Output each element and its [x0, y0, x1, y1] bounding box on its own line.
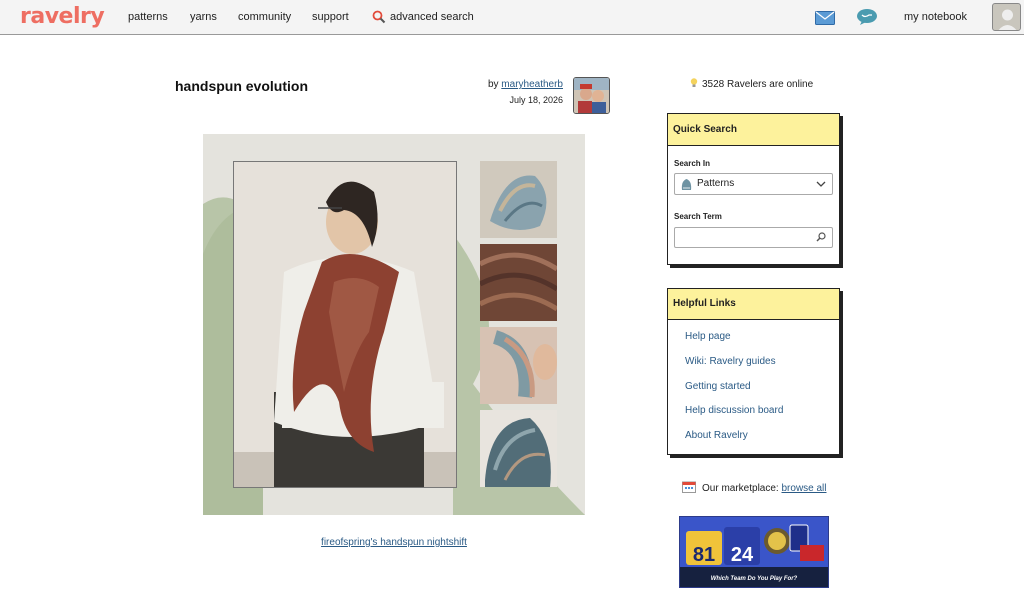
- link-getting-started-text[interactable]: Getting started: [685, 381, 751, 392]
- yarn-thumbnail-4[interactable]: [480, 410, 557, 487]
- post-date: July 18, 2026: [509, 95, 563, 105]
- yarn-thumbnail-3[interactable]: [480, 327, 557, 404]
- link-help-discussion-text[interactable]: Help discussion board: [685, 405, 783, 416]
- byline: by maryheatherb: [440, 79, 563, 90]
- caption-link[interactable]: fireofspring's handspun nightshift: [321, 537, 467, 548]
- ad-number-24: 24: [731, 544, 754, 566]
- nav-yarns[interactable]: yarns: [190, 11, 217, 23]
- search-in-value: Patterns: [697, 178, 735, 189]
- featured-image[interactable]: [203, 134, 585, 515]
- nav-patterns[interactable]: patterns: [128, 11, 168, 23]
- author-avatar[interactable]: [573, 77, 610, 114]
- shawl-photo: [233, 161, 457, 488]
- quick-search-box: Quick Search Search In Patterns Search T…: [667, 113, 840, 265]
- ad-tagline: Which Team Do You Play For?: [710, 576, 798, 582]
- online-count: 3528 Ravelers are online: [690, 78, 813, 90]
- link-getting-started[interactable]: Getting started: [685, 381, 751, 392]
- search-in-select[interactable]: Patterns: [674, 173, 833, 195]
- link-help-page[interactable]: Help page: [685, 331, 731, 342]
- mail-icon[interactable]: [815, 11, 835, 30]
- search-in-label: Search In: [674, 159, 711, 168]
- search-term-input[interactable]: [674, 227, 833, 248]
- image-caption: fireofspring's handspun nightshift: [203, 537, 585, 548]
- nav-my-notebook[interactable]: my notebook: [904, 11, 967, 23]
- advertisement-banner[interactable]: 81 24 Which Team Do You Play For?: [679, 516, 829, 588]
- marketplace: Our marketplace: browse all: [682, 481, 827, 494]
- link-wiki-guides-text[interactable]: Wiki: Ravelry guides: [685, 356, 776, 367]
- user-avatar[interactable]: [992, 3, 1021, 31]
- search-icon[interactable]: [372, 10, 386, 29]
- online-count-text: 3528 Ravelers are online: [702, 79, 814, 90]
- link-about-ravelry[interactable]: About Ravelry: [685, 430, 748, 441]
- marketplace-label: Our marketplace:: [702, 483, 779, 494]
- helpful-links-box: Helpful Links Help page Wiki: Ravelry gu…: [667, 288, 840, 455]
- magnifier-icon[interactable]: [816, 232, 826, 242]
- ravelry-logo[interactable]: ravelry: [20, 4, 105, 29]
- chevron-down-icon: [816, 181, 826, 187]
- chat-icon[interactable]: [856, 8, 878, 31]
- helpful-links-heading: Helpful Links: [668, 289, 839, 320]
- nav-community[interactable]: community: [238, 11, 291, 23]
- yarn-thumbnail-1[interactable]: [480, 161, 557, 238]
- author-link[interactable]: maryheatherb: [501, 79, 563, 90]
- search-term-label: Search Term: [674, 212, 722, 221]
- link-about-ravelry-text[interactable]: About Ravelry: [685, 430, 748, 441]
- link-wiki-guides[interactable]: Wiki: Ravelry guides: [685, 356, 776, 367]
- link-help-discussion[interactable]: Help discussion board: [685, 405, 783, 416]
- yarn-thumbnail-2[interactable]: [480, 244, 557, 321]
- quick-search-heading: Quick Search: [668, 114, 839, 146]
- nav-advanced-search[interactable]: advanced search: [390, 11, 474, 23]
- calendar-icon: [682, 481, 696, 493]
- nav-support[interactable]: support: [312, 11, 349, 23]
- byline-prefix: by: [487, 79, 499, 90]
- top-nav: ravelry patterns yarns community support…: [0, 0, 1024, 35]
- browse-all-link[interactable]: browse all: [781, 483, 826, 494]
- yarn-icon: [681, 179, 692, 190]
- post-title: handspun evolution: [175, 78, 308, 94]
- lightbulb-icon: [690, 78, 698, 87]
- ad-number-81: 81: [693, 544, 715, 566]
- link-help-page-text[interactable]: Help page: [685, 331, 731, 342]
